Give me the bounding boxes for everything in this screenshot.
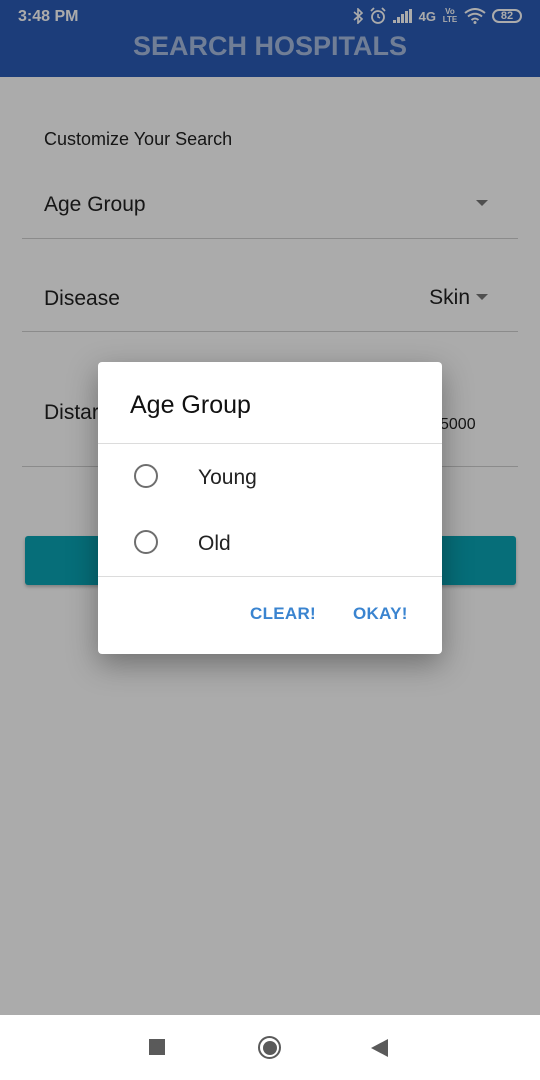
radio-unchecked-icon[interactable] [134,530,158,554]
option-label: Young [198,466,257,489]
clear-button[interactable]: CLEAR! [250,604,316,624]
screen: Customize Your Search Age Group Disease … [0,0,540,1080]
home-icon[interactable] [258,1036,281,1059]
option-young[interactable]: Young [98,447,442,509]
age-group-dialog: Age Group Young Old CLEAR! OKAY! [98,362,442,654]
okay-button[interactable]: OKAY! [353,604,408,624]
option-label: Old [198,532,231,555]
dialog-divider-bottom [98,576,442,577]
radio-unchecked-icon[interactable] [134,464,158,488]
recents-icon[interactable] [149,1039,165,1055]
dialog-title: Age Group [130,391,251,419]
navigation-bar [0,1015,540,1080]
home-icon-inner [262,1040,277,1055]
dialog-divider-top [98,443,442,444]
back-icon[interactable] [371,1039,388,1057]
option-old[interactable]: Old [98,513,442,575]
